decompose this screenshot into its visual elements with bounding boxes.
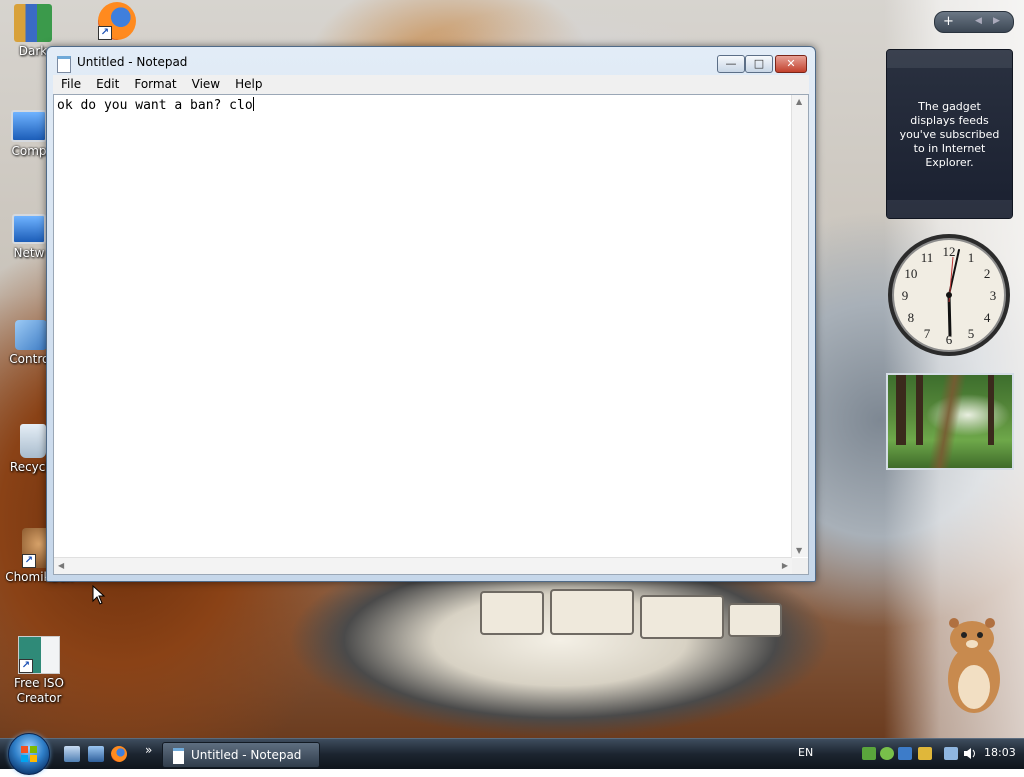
taskbar: » Untitled - Notepad EN 18:03 — [0, 733, 1024, 775]
desktop-icon-label: Netw — [13, 246, 45, 260]
desktop-icon-firefox[interactable]: ↗ — [78, 2, 156, 42]
clock-number: 5 — [968, 326, 975, 341]
text-editor-area[interactable]: ok do you want a ban? clo ▲ ▼ ◀ ▶ — [53, 94, 809, 575]
iso-creator-icon: ↗ — [18, 636, 60, 674]
feed-headlines-gadget[interactable]: The gadget displays feeds you've subscri… — [886, 49, 1013, 219]
control-panel-icon — [15, 320, 47, 350]
horizontal-scrollbar[interactable]: ◀ ▶ — [54, 557, 792, 574]
menu-format[interactable]: Format — [126, 75, 183, 91]
clock-number: 3 — [990, 288, 997, 303]
taskbar-button-label: Untitled - Notepad — [191, 748, 302, 762]
recycle-bin-icon — [20, 424, 46, 458]
hamster-image — [948, 618, 1000, 713]
tray-user-icon[interactable] — [880, 747, 894, 760]
scroll-up-icon[interactable]: ▲ — [796, 97, 802, 106]
computer-icon — [11, 110, 47, 142]
slideshow-gadget[interactable] — [886, 373, 1014, 470]
language-indicator[interactable]: EN — [798, 746, 813, 759]
maximize-button[interactable]: □ — [745, 55, 773, 73]
desktop-icon-label: Comp — [11, 144, 47, 158]
network-status-icon[interactable] — [944, 747, 958, 760]
next-gadget-button[interactable]: ▶ — [993, 16, 1000, 26]
minimize-button[interactable]: — — [717, 55, 745, 73]
menu-edit[interactable]: Edit — [88, 75, 126, 91]
show-desktop-icon[interactable] — [64, 746, 80, 762]
clock-number: 8 — [908, 310, 915, 325]
notepad-window[interactable]: Untitled - Notepad — □ ✕ File Edit Format V… — [46, 46, 816, 582]
books-icon — [14, 4, 52, 42]
tray-network-app-icon[interactable] — [898, 747, 912, 760]
clock-number: 4 — [984, 310, 991, 325]
tray-bluetooth-icon[interactable] — [918, 747, 932, 760]
tray-app-icon[interactable] — [862, 747, 876, 760]
document-text: ok do you want a ban? clo — [57, 98, 253, 113]
volume-icon[interactable] — [963, 747, 977, 760]
quicklaunch-overflow-icon[interactable]: » — [145, 743, 152, 757]
firefox-icon: ↗ — [98, 2, 136, 40]
network-icon — [12, 214, 46, 244]
scroll-left-icon[interactable]: ◀ — [58, 561, 64, 570]
window-title: Untitled - Notepad — [77, 55, 188, 69]
switch-windows-icon[interactable] — [88, 746, 104, 762]
mouse-cursor-icon — [92, 585, 106, 605]
clock-number: 12 — [943, 244, 956, 259]
wallpaper-teeth — [470, 585, 790, 665]
clock-gadget[interactable]: 12 1234567891011 — [886, 232, 1012, 358]
add-gadget-button[interactable]: + — [943, 14, 954, 29]
firefox-quicklaunch-icon[interactable] — [111, 746, 127, 762]
windows-logo-icon — [21, 746, 37, 762]
scroll-right-icon[interactable]: ▶ — [782, 561, 788, 570]
shortcut-arrow-icon: ↗ — [19, 659, 33, 673]
start-button[interactable] — [8, 733, 50, 775]
minimize-icon: — — [725, 57, 737, 70]
menu-view[interactable]: View — [184, 75, 227, 91]
notepad-icon — [173, 748, 184, 764]
menu-file[interactable]: File — [53, 75, 88, 91]
feed-gadget-message: The gadget displays feeds you've subscri… — [899, 100, 1000, 169]
clock-number: 10 — [904, 266, 917, 281]
taskbar-clock[interactable]: 18:03 — [984, 746, 1016, 759]
clock-number: 9 — [902, 288, 909, 303]
clock-number: 2 — [984, 266, 991, 281]
clock-number: 1 — [968, 250, 975, 265]
desktop-icon-label: Dark — [18, 44, 48, 58]
notepad-icon — [57, 56, 71, 73]
clock-number: 11 — [921, 250, 934, 265]
gadget-sidebar-controls: + ◀ ▶ — [934, 11, 1014, 33]
menu-bar: File Edit Format View Help — [53, 75, 809, 94]
desktop-icon-free-iso-creator[interactable]: ↗ Free ISO Creator — [0, 636, 78, 706]
menu-help[interactable]: Help — [227, 75, 269, 91]
taskbar-button-notepad[interactable]: Untitled - Notepad — [162, 742, 320, 768]
text-caret — [252, 97, 254, 111]
previous-gadget-button[interactable]: ◀ — [975, 16, 982, 26]
scroll-down-icon[interactable]: ▼ — [796, 546, 802, 555]
close-button[interactable]: ✕ — [775, 55, 807, 73]
size-grip[interactable] — [792, 558, 808, 574]
desktop-icon-label: Free ISO Creator — [14, 676, 64, 705]
shortcut-arrow-icon: ↗ — [98, 26, 112, 40]
close-icon: ✕ — [786, 57, 796, 70]
title-bar[interactable]: Untitled - Notepad — □ ✕ — [47, 47, 815, 77]
vertical-scrollbar[interactable]: ▲ ▼ — [791, 95, 808, 557]
shortcut-arrow-icon: ↗ — [22, 554, 36, 568]
clock-number: 7 — [924, 326, 931, 341]
maximize-icon: □ — [753, 57, 765, 70]
